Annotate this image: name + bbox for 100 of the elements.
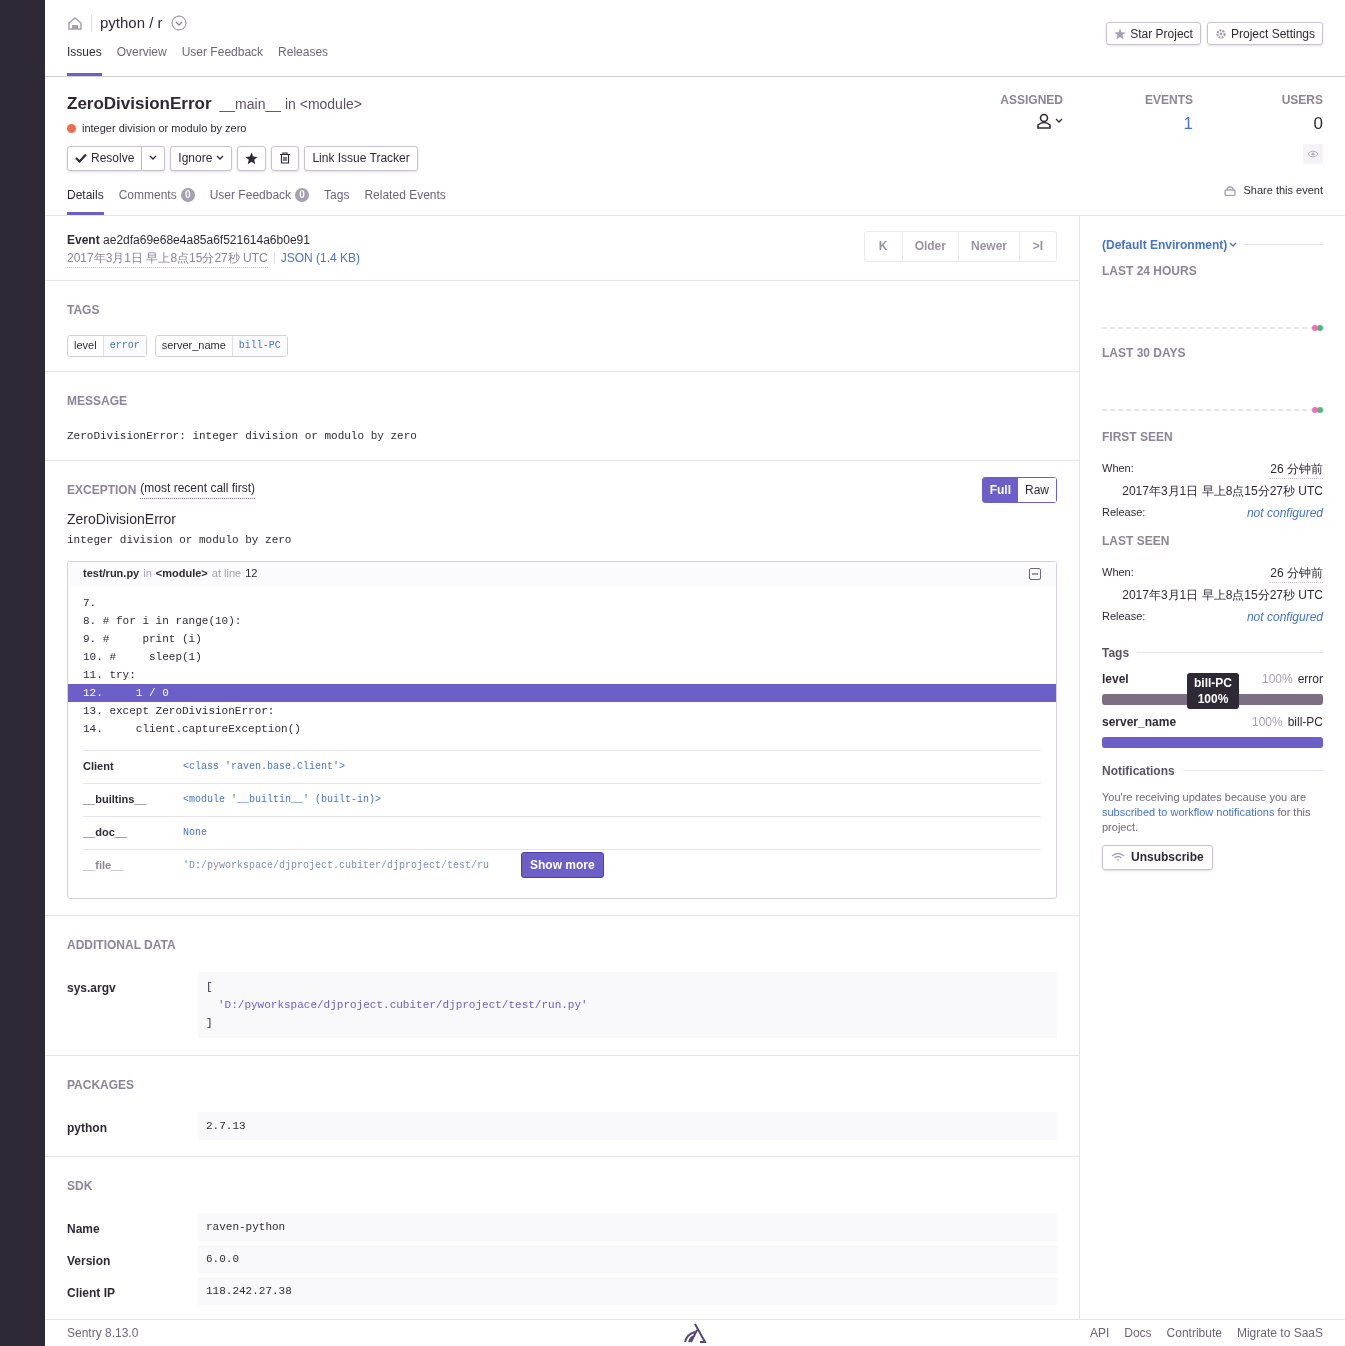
data-value: 2.7.13: [198, 1111, 1057, 1140]
section-heading: EXCEPTION: [67, 482, 137, 499]
trash-icon: [279, 152, 292, 164]
variable-value: 'D:/pyworkspace/djproject.cubiter/djproject/test/ru: [183, 859, 490, 873]
field-label: When:: [1102, 564, 1134, 580]
nav-tab[interactable]: Issues: [67, 42, 102, 76]
detail-tab[interactable]: User Feedback 0: [209, 185, 310, 215]
assignee-selector[interactable]: [1036, 112, 1063, 129]
field-label: Release:: [1102, 504, 1146, 520]
home-icon: [67, 16, 83, 31]
tag-value: bill-PC: [1287, 713, 1323, 731]
time-ago: 26 分钟前: [1270, 563, 1323, 583]
resolve-button[interactable]: Resolve: [67, 145, 143, 171]
variable-value: <class 'raven.base.Client'>: [183, 760, 346, 774]
variable-value: None: [183, 826, 207, 840]
collapse-button[interactable]: [1029, 567, 1041, 580]
tag-key: server_name: [155, 335, 232, 356]
ignore-button[interactable]: Ignore: [170, 145, 233, 171]
section-heading: SDK: [67, 1177, 94, 1195]
release-link[interactable]: not configured: [1246, 607, 1323, 626]
variable-name: __file__: [83, 858, 125, 874]
code-line: 7.: [82, 595, 98, 611]
newer-button[interactable]: Newer: [957, 231, 1019, 261]
time-ago: 26 分钟前: [1270, 459, 1323, 479]
frame-in: in: [143, 566, 152, 582]
show-more-button[interactable]: Show more: [521, 852, 604, 878]
event-date: 2017年3月1日 早上8点15分27秒 UTC: [67, 248, 268, 268]
sidebar-heading: Tags: [1102, 644, 1130, 662]
sidebar-heading: Notifications: [1102, 762, 1175, 780]
frame-at: at line: [211, 566, 242, 582]
field-label: When:: [1102, 460, 1134, 476]
data-key: Name: [67, 1212, 198, 1241]
nav-tab[interactable]: Overview: [116, 42, 167, 76]
tag-pill[interactable]: server_name bill-PC: [154, 334, 288, 357]
section-heading: LAST 30 DAYS: [1102, 344, 1187, 362]
stat-label: USERS: [1281, 91, 1323, 109]
data-key: Client IP: [67, 1276, 198, 1305]
subscription-link[interactable]: subscribed to workflow notifications: [1102, 805, 1275, 818]
project-settings-button[interactable]: Project Settings: [1206, 22, 1323, 45]
detail-tab[interactable]: Details: [67, 185, 104, 215]
star-project-button[interactable]: Star Project: [1106, 22, 1201, 45]
chevron-down-icon: [1055, 117, 1063, 124]
section-heading: TAGS: [67, 301, 101, 319]
collapse-icon: [1029, 567, 1041, 580]
code-line: 9. # print (i): [82, 631, 203, 647]
variable-value: <module '__builtin__' (built-in)>: [183, 793, 382, 807]
version-text: Sentry 8.13.0: [67, 1324, 140, 1342]
resolve-dropdown-button[interactable]: [142, 145, 166, 171]
exception-type: ZeroDivisionError: [67, 510, 177, 529]
footer-link[interactable]: Migrate to SaaS: [1236, 1323, 1323, 1342]
star-icon: [245, 151, 259, 165]
environment-selector[interactable]: (Default Environment): [1102, 235, 1238, 254]
frame-line: 12: [245, 566, 258, 582]
frame-file: test/run.py: [83, 566, 140, 582]
lock-icon: [1223, 184, 1236, 196]
notification-text: You're receiving updates because you are subscribed to workflow notifications for this project.: [1102, 789, 1312, 835]
code-line: 11. try:: [82, 667, 137, 683]
detail-tab[interactable]: Tags: [324, 185, 350, 215]
star-icon: [1114, 27, 1127, 40]
message-text: ZeroDivisionError: integer division or modulo by zero: [67, 428, 418, 444]
nav-tab[interactable]: User Feedback: [181, 42, 264, 76]
section-heading: MESSAGE: [67, 392, 128, 410]
wifi-icon: [1111, 852, 1125, 862]
share-link[interactable]: Share this event: [1223, 182, 1323, 199]
detail-tab[interactable]: Related Events: [364, 185, 446, 215]
json-link[interactable]: JSON (1.4 KB): [280, 249, 361, 267]
release-link[interactable]: not configured: [1246, 503, 1323, 522]
variable-name: Client: [83, 759, 115, 775]
unsubscribe-button[interactable]: Unsubscribe: [1102, 844, 1213, 870]
footer-link[interactable]: Contribute: [1166, 1323, 1222, 1342]
footer-link[interactable]: Docs: [1124, 1323, 1152, 1342]
footer-link[interactable]: API: [1089, 1323, 1110, 1342]
tag-key: server_name: [1102, 712, 1177, 731]
oldest-button[interactable]: K: [864, 231, 902, 261]
chevron-down-icon: [170, 15, 187, 32]
variable-name: __builtins__: [83, 792, 148, 808]
project-title: python / r: [100, 13, 163, 33]
tag-pill[interactable]: level error: [67, 334, 147, 357]
eye-icon: [1307, 150, 1319, 158]
tooltip-value: 100%: [1196, 690, 1230, 707]
newest-button[interactable]: >I: [1019, 231, 1056, 261]
delete-button[interactable]: [271, 145, 300, 171]
section-note: (most recent call first): [140, 481, 256, 499]
issue-title: ZeroDivisionError: [67, 92, 212, 115]
issue-message: integer division or modulo by zero: [82, 121, 247, 136]
bookmark-button[interactable]: [237, 145, 267, 171]
stat-value[interactable]: 1: [1183, 110, 1193, 136]
section-heading: ADDITIONAL DATA: [67, 936, 177, 954]
link-issue-tracker-button[interactable]: Link Issue Tracker: [304, 145, 418, 171]
older-button[interactable]: Older: [901, 231, 958, 261]
logo-icon: [683, 1321, 707, 1344]
detail-tab[interactable]: Comments 0: [118, 185, 195, 215]
nav-tab[interactable]: Releases: [278, 42, 329, 76]
data-value: raven-python: [198, 1212, 1057, 1241]
stat-label: EVENTS: [1145, 91, 1193, 109]
stat-value: 0: [1313, 112, 1323, 135]
data-key: sys.argv: [67, 971, 198, 1038]
check-icon: [75, 153, 87, 163]
mode-toggle[interactable]: Full: [982, 478, 1018, 502]
tag-key: level: [1102, 669, 1129, 688]
